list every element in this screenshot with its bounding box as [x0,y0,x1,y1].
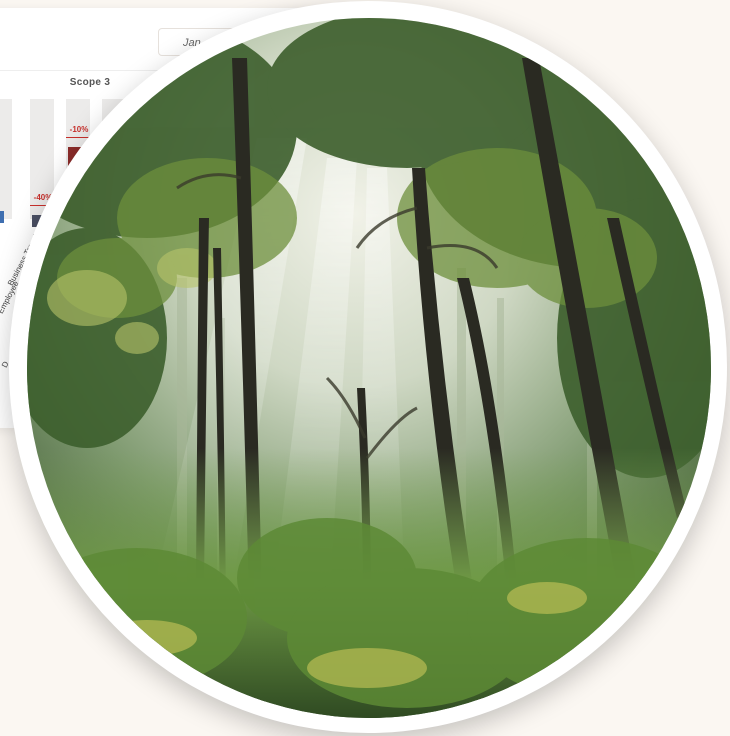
forest-photo [27,18,711,718]
bar-blue [0,211,4,223]
bar-track [0,99,12,219]
screenshot-stage: Jan Scope 3 -40% -10% Business Travel Em… [0,0,730,736]
forest-illustration [27,18,711,718]
bar-value-label: -10% [69,125,89,134]
